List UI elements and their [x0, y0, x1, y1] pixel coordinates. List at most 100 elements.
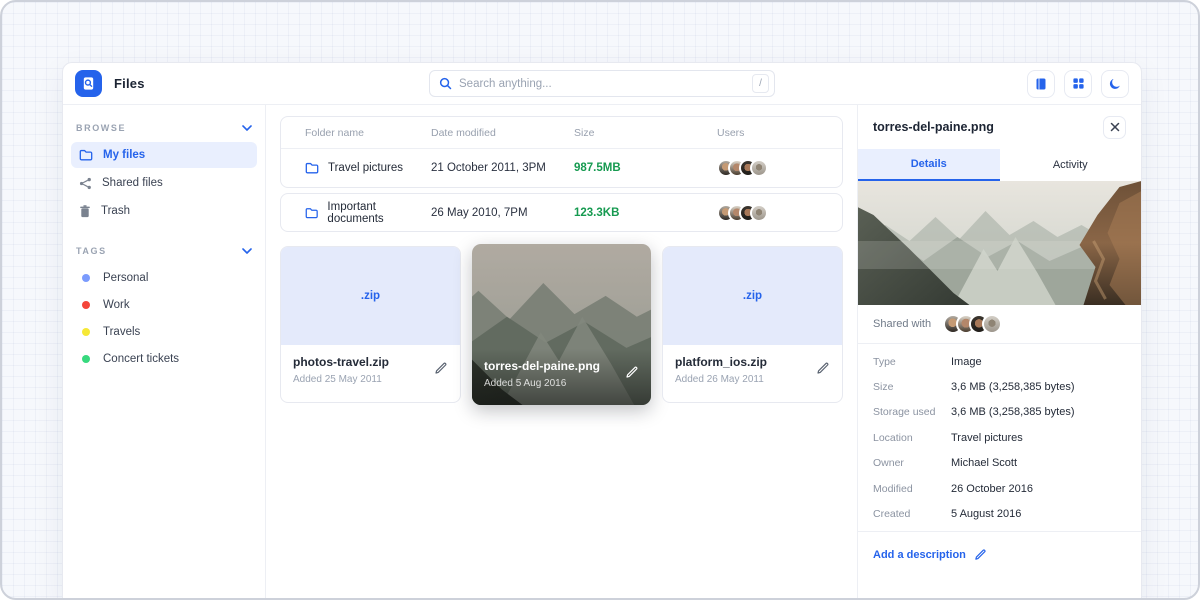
tab-activity[interactable]: Activity — [1000, 149, 1142, 181]
avatar — [750, 204, 768, 222]
file-added-date: Added 5 Aug 2016 — [484, 378, 639, 389]
shared-users-avatars — [717, 159, 842, 177]
file-search-icon — [81, 76, 96, 91]
sidebar-item-trash[interactable]: Trash — [71, 198, 257, 224]
add-description-button[interactable]: Add a description — [873, 548, 987, 561]
moon-icon — [1108, 77, 1122, 91]
grid-view-button[interactable] — [1064, 70, 1092, 98]
sidebar-item-label: Trash — [101, 205, 130, 217]
folder-icon — [305, 162, 319, 174]
tag-color-dot — [82, 274, 90, 282]
browse-section-label: BROWSE — [76, 123, 126, 133]
tag-label: Concert tickets — [103, 353, 179, 365]
close-icon — [1110, 122, 1120, 132]
file-preview-image — [858, 181, 1141, 305]
folder-icon — [79, 149, 93, 161]
file-added-date: Added 26 May 2011 — [675, 374, 830, 385]
tag-item-travels[interactable]: Travels — [71, 319, 257, 344]
pencil-icon — [434, 361, 448, 375]
panel-footer: Add a description — [858, 531, 1141, 576]
tag-label: Work — [103, 299, 130, 311]
panel-tabs: Details Activity — [858, 149, 1141, 181]
file-details-list: Type Image Size 3,6 MB (3,258,385 bytes)… — [858, 344, 1141, 531]
sidebar-item-shared-files[interactable]: Shared files — [71, 170, 257, 196]
app-body: BROWSE My files — [63, 105, 1141, 599]
date-modified: 26 May 2010, 7PM — [431, 207, 574, 219]
folders-table-continued: Important documents 26 May 2010, 7PM 123… — [280, 193, 843, 232]
sidebar-item-my-files[interactable]: My files — [71, 142, 257, 168]
app-logo — [75, 70, 102, 97]
file-name: torres-del-paine.png — [484, 359, 639, 373]
zip-preview: .zip — [281, 247, 460, 345]
rename-button[interactable] — [625, 365, 639, 382]
tag-label: Personal — [103, 272, 148, 284]
file-name: photos-travel.zip — [293, 355, 448, 369]
pencil-icon — [625, 365, 639, 379]
notebook-button[interactable] — [1027, 70, 1055, 98]
grid-icon — [1072, 77, 1085, 90]
tags-section-header: TAGS — [71, 238, 257, 265]
table-row-important-documents[interactable]: Important documents 26 May 2010, 7PM 123… — [281, 194, 842, 231]
file-meta: torres-del-paine.png Added 5 Aug 2016 — [472, 349, 651, 405]
table-header-row: Folder name Date modified Size Users — [281, 117, 842, 148]
avatar — [982, 314, 1002, 334]
shared-users-avatars — [717, 204, 842, 222]
tag-color-dot — [82, 355, 90, 363]
column-header-folder-name: Folder name — [305, 127, 431, 139]
book-icon — [1034, 77, 1048, 91]
detail-row-modified: Modified 26 October 2016 — [873, 476, 1126, 501]
chevron-down-icon[interactable] — [242, 248, 252, 254]
zip-preview: .zip — [663, 247, 842, 345]
dark-mode-button[interactable] — [1101, 70, 1129, 98]
detail-row-created: Created 5 August 2016 — [873, 501, 1126, 526]
pencil-icon — [974, 548, 987, 561]
date-modified: 21 October 2011, 3PM — [431, 162, 574, 174]
tab-details[interactable]: Details — [858, 149, 1000, 181]
file-name: platform_ios.zip — [675, 355, 830, 369]
folder-name: Travel pictures — [328, 162, 403, 174]
search-bar[interactable]: / — [429, 70, 775, 97]
file-cards-row: .zip photos-travel.zip Added 25 May 2011 — [280, 246, 843, 405]
column-header-size: Size — [574, 127, 717, 139]
header-actions — [1027, 70, 1129, 98]
app-header: Files / — [63, 63, 1141, 105]
search-icon — [439, 77, 452, 90]
table-row-travel-pictures[interactable]: Travel pictures 21 October 2011, 3PM 987… — [281, 148, 842, 187]
folder-icon — [305, 207, 318, 219]
zip-badge: .zip — [743, 290, 762, 302]
file-card-platform-ios-zip[interactable]: .zip platform_ios.zip Added 26 May 2011 — [662, 246, 843, 403]
file-meta: platform_ios.zip Added 26 May 2011 — [663, 345, 842, 402]
tag-label: Travels — [103, 326, 140, 338]
folder-name: Important documents — [327, 201, 431, 225]
main-content: Folder name Date modified Size Users Tra… — [266, 105, 857, 599]
chevron-down-icon[interactable] — [242, 125, 252, 131]
tags-section-label: TAGS — [76, 246, 107, 256]
tag-item-concert-tickets[interactable]: Concert tickets — [71, 346, 257, 371]
zip-badge: .zip — [361, 290, 380, 302]
detail-row-storage-used: Storage used 3,6 MB (3,258,385 bytes) — [873, 400, 1126, 425]
file-meta: photos-travel.zip Added 25 May 2011 — [281, 345, 460, 402]
shared-with-label: Shared with — [873, 318, 931, 330]
sidebar-item-label: Shared files — [102, 177, 163, 189]
tag-item-personal[interactable]: Personal — [71, 265, 257, 290]
sidebar: BROWSE My files — [63, 105, 266, 599]
tag-color-dot — [82, 328, 90, 336]
share-icon — [79, 177, 92, 190]
details-panel-header: torres-del-paine.png — [858, 105, 1141, 149]
rename-button[interactable] — [816, 361, 830, 378]
detail-row-owner: Owner Michael Scott — [873, 451, 1126, 476]
details-panel: torres-del-paine.png Details Activity — [857, 105, 1141, 599]
close-panel-button[interactable] — [1103, 116, 1126, 139]
file-card-torres-del-paine-png[interactable]: torres-del-paine.png Added 5 Aug 2016 — [472, 244, 651, 405]
folders-table: Folder name Date modified Size Users Tra… — [280, 116, 843, 188]
file-added-date: Added 25 May 2011 — [293, 374, 448, 385]
shared-with-row: Shared with — [858, 305, 1141, 344]
folder-size: 987.5MB — [574, 162, 717, 174]
rename-button[interactable] — [434, 361, 448, 378]
search-input[interactable] — [459, 78, 745, 90]
files-app-window: Files / — [62, 62, 1142, 599]
search-shortcut-badge: / — [752, 74, 769, 93]
tag-item-work[interactable]: Work — [71, 292, 257, 317]
file-card-photos-travel-zip[interactable]: .zip photos-travel.zip Added 25 May 2011 — [280, 246, 461, 403]
shared-with-avatars — [943, 314, 1002, 334]
